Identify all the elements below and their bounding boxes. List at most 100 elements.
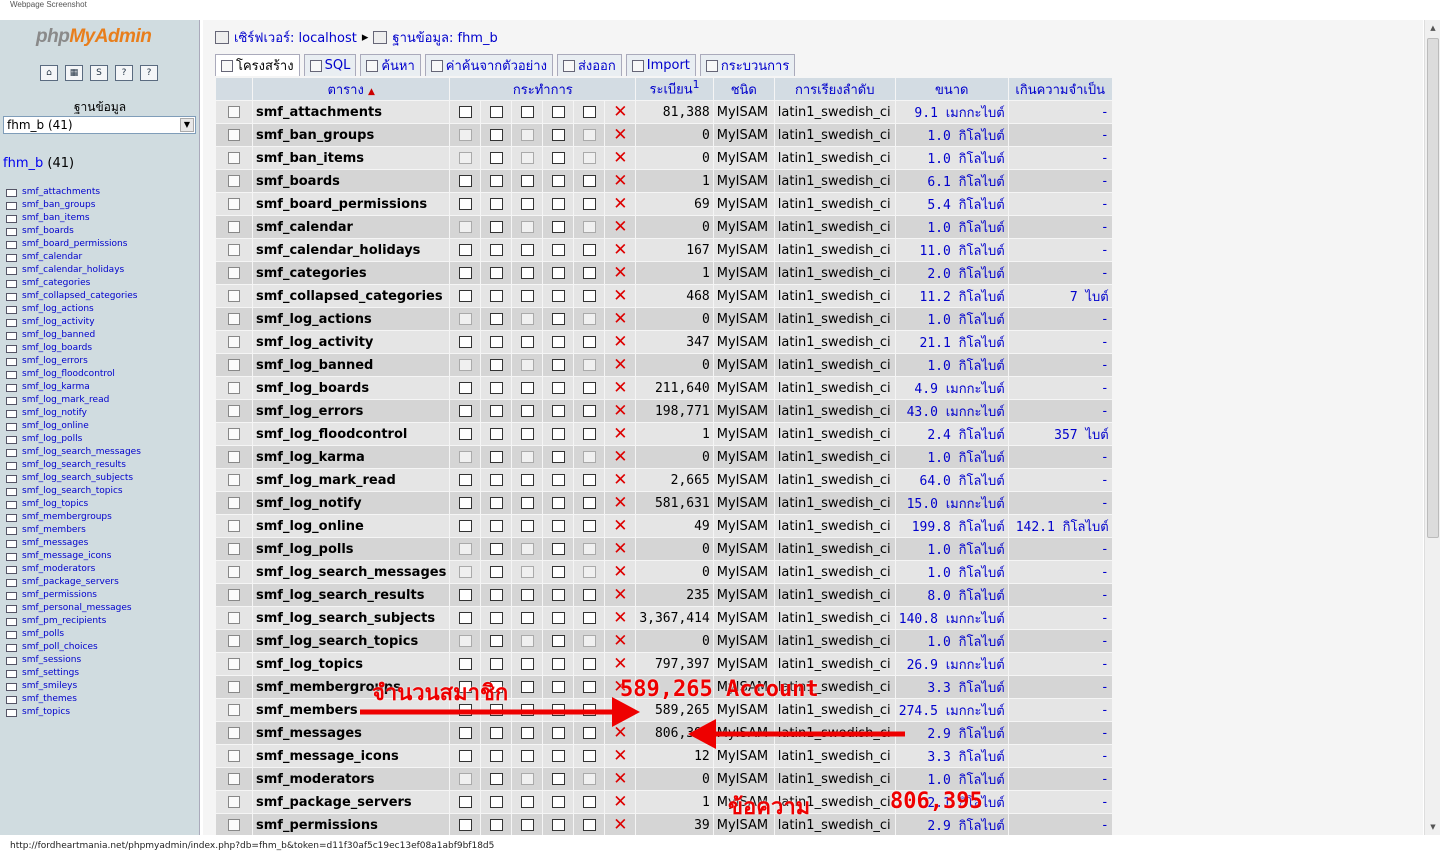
sidebar-table-label[interactable]: smf_members — [22, 524, 86, 537]
structure-icon[interactable] — [489, 497, 503, 509]
empty-icon[interactable] — [582, 267, 596, 279]
table-size[interactable]: 11.2 กิโลไบต์ — [895, 285, 1008, 307]
drop-icon[interactable]: ✕ — [613, 403, 627, 420]
structure-icon[interactable] — [489, 106, 503, 118]
insert-icon[interactable] — [551, 612, 565, 624]
database-select[interactable]: fhm_b (41) ▼ — [3, 116, 196, 134]
sidebar-table-label[interactable]: smf_log_search_topics — [22, 485, 123, 498]
insert-icon[interactable] — [551, 704, 565, 716]
table-name[interactable]: smf_moderators — [253, 768, 450, 790]
sidebar-table-label[interactable]: smf_log_activity — [22, 316, 95, 329]
drop-icon[interactable]: ✕ — [613, 679, 627, 696]
search-icon[interactable] — [520, 704, 534, 716]
browse-icon[interactable] — [458, 681, 472, 693]
search-icon[interactable] — [520, 313, 534, 325]
vertical-scrollbar[interactable]: ▲ ▼ — [1424, 20, 1440, 835]
search-icon[interactable] — [520, 750, 534, 762]
sidebar-table-label[interactable]: smf_messages — [22, 537, 88, 550]
structure-icon[interactable] — [489, 129, 503, 141]
table-name[interactable]: smf_calendar_holidays — [253, 239, 450, 261]
table-size[interactable]: 26.9 เมกกะไบต์ — [895, 653, 1008, 675]
breadcrumb-server[interactable]: เซิร์ฟเวอร์: localhost — [234, 27, 357, 48]
table-icon[interactable] — [6, 305, 17, 314]
empty-icon[interactable] — [582, 313, 596, 325]
sidebar-table-item[interactable]: smf_calendar — [6, 251, 141, 264]
search-icon[interactable] — [520, 520, 534, 532]
insert-icon[interactable] — [551, 428, 565, 440]
row-checkbox[interactable] — [228, 704, 240, 716]
drop-icon[interactable]: ✕ — [613, 265, 627, 282]
search-icon[interactable] — [520, 796, 534, 808]
sidebar-table-label[interactable]: smf_settings — [22, 667, 79, 680]
sql-icon[interactable]: S — [90, 65, 108, 81]
sidebar-table-item[interactable]: smf_membergroups — [6, 511, 141, 524]
sidebar-table-item[interactable]: smf_smileys — [6, 680, 141, 693]
sidebar-table-item[interactable]: smf_boards — [6, 225, 141, 238]
sidebar-table-label[interactable]: smf_log_search_subjects — [22, 472, 133, 485]
table-name[interactable]: smf_log_banned — [253, 354, 450, 376]
row-checkbox[interactable] — [228, 382, 240, 394]
sidebar-table-label[interactable]: smf_ban_groups — [22, 199, 95, 212]
row-checkbox[interactable] — [228, 290, 240, 302]
search-icon[interactable] — [520, 244, 534, 256]
table-icon[interactable] — [6, 669, 17, 678]
row-checkbox[interactable] — [228, 727, 240, 739]
browse-icon[interactable] — [458, 175, 472, 187]
sidebar-table-item[interactable]: smf_calendar_holidays — [6, 264, 141, 277]
empty-icon[interactable] — [582, 704, 596, 716]
table-size[interactable]: 1.0 กิโลไบต์ — [895, 216, 1008, 238]
insert-icon[interactable] — [551, 589, 565, 601]
row-checkbox[interactable] — [228, 589, 240, 601]
structure-icon[interactable] — [489, 635, 503, 647]
sidebar-table-item[interactable]: smf_collapsed_categories — [6, 290, 141, 303]
structure-icon[interactable] — [489, 658, 503, 670]
row-checkbox[interactable] — [228, 497, 240, 509]
table-name[interactable]: smf_calendar — [253, 216, 450, 238]
insert-icon[interactable] — [551, 681, 565, 693]
row-checkbox[interactable] — [228, 635, 240, 647]
tab-sql[interactable]: SQL — [303, 54, 357, 76]
table-size[interactable]: 1.0 กิโลไบต์ — [895, 354, 1008, 376]
sidebar-table-item[interactable]: smf_log_search_results — [6, 459, 141, 472]
query-window-icon[interactable]: ▦ — [65, 65, 83, 81]
drop-icon[interactable]: ✕ — [613, 495, 627, 512]
insert-icon[interactable] — [551, 198, 565, 210]
table-name[interactable]: smf_log_karma — [253, 446, 450, 468]
search-icon[interactable] — [520, 819, 534, 831]
browse-icon[interactable] — [458, 796, 472, 808]
drop-icon[interactable]: ✕ — [613, 794, 627, 811]
sidebar-table-label[interactable]: smf_polls — [22, 628, 64, 641]
row-checkbox[interactable] — [228, 566, 240, 578]
search-icon[interactable] — [520, 175, 534, 187]
sidebar-table-label[interactable]: smf_log_errors — [22, 355, 88, 368]
tab-structure[interactable]: โครงสร้าง — [215, 54, 300, 76]
sidebar-table-item[interactable]: smf_personal_messages — [6, 602, 141, 615]
table-size[interactable]: 64.0 กิโลไบต์ — [895, 469, 1008, 491]
empty-icon[interactable] — [582, 290, 596, 302]
empty-icon[interactable] — [582, 497, 596, 509]
structure-icon[interactable] — [489, 382, 503, 394]
table-name[interactable]: smf_messages — [253, 722, 450, 744]
row-checkbox[interactable] — [228, 175, 240, 187]
table-icon[interactable] — [6, 214, 17, 223]
header-rows[interactable]: ระเบียน1 — [636, 78, 713, 100]
sidebar-table-item[interactable]: smf_log_topics — [6, 498, 141, 511]
structure-icon[interactable] — [489, 313, 503, 325]
row-checkbox[interactable] — [228, 198, 240, 210]
sidebar-table-label[interactable]: smf_log_topics — [22, 498, 88, 511]
sidebar-table-item[interactable]: smf_log_boards — [6, 342, 141, 355]
table-size[interactable]: 21.1 กิโลไบต์ — [895, 331, 1008, 353]
sidebar-table-item[interactable]: smf_categories — [6, 277, 141, 290]
drop-icon[interactable]: ✕ — [613, 610, 627, 627]
table-size[interactable]: 1.0 กิโลไบต์ — [895, 124, 1008, 146]
row-checkbox[interactable] — [228, 152, 240, 164]
browse-icon[interactable] — [458, 727, 472, 739]
sidebar-table-label[interactable]: smf_log_notify — [22, 407, 87, 420]
sidebar-table-item[interactable]: smf_permissions — [6, 589, 141, 602]
insert-icon[interactable] — [551, 290, 565, 302]
drop-icon[interactable]: ✕ — [613, 380, 627, 397]
table-size[interactable]: 1.0 กิโลไบต์ — [895, 768, 1008, 790]
browse-icon[interactable] — [458, 336, 472, 348]
insert-icon[interactable] — [551, 796, 565, 808]
sidebar-table-item[interactable]: smf_package_servers — [6, 576, 141, 589]
